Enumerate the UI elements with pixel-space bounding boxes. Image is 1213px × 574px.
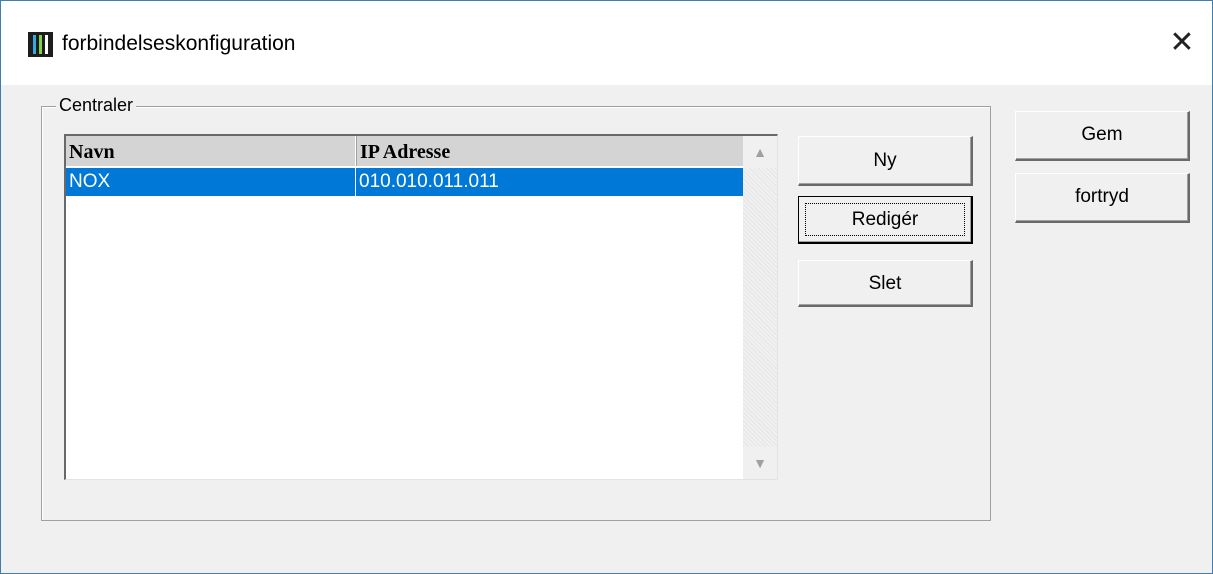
list-row[interactable]: NOX 010.010.011.011 [66,168,743,196]
save-button[interactable]: Gem [1015,111,1190,161]
delete-button[interactable]: Slet [798,260,973,307]
column-header-navn[interactable]: Navn [66,136,356,166]
column-header-ip-adresse[interactable]: IP Adresse [356,136,743,166]
dialog-window: forbindelseskonfiguration ✕ Centraler Na… [0,0,1213,574]
vertical-scrollbar[interactable]: ▲ ▼ [743,136,777,479]
groupbox-label: Centraler [56,92,137,118]
app-logo-icon [28,32,53,57]
title-bar[interactable]: forbindelseskonfiguration ✕ [1,1,1212,85]
new-button[interactable]: Ny [798,136,973,186]
scroll-down-button[interactable]: ▼ [743,447,777,479]
cell-ip-adresse: 010.010.011.011 [359,171,499,192]
scroll-up-button[interactable]: ▲ [743,136,777,168]
edit-button[interactable]: Redigér [798,196,973,244]
window-title: forbindelseskonfiguration [62,32,296,55]
close-button[interactable]: ✕ [1159,21,1205,65]
arrow-up-icon: ▲ [753,144,767,160]
cancel-button[interactable]: fortryd [1015,173,1190,223]
edit-button-label: Redigér [805,203,965,236]
centraler-list[interactable]: Navn IP Adresse NOX 010.010.011.011 ▲ ▼ [64,134,778,480]
list-header: Navn IP Adresse [66,136,743,166]
arrow-down-icon: ▼ [753,455,767,471]
close-icon: ✕ [1169,26,1195,59]
cell-navn: NOX [66,168,356,196]
